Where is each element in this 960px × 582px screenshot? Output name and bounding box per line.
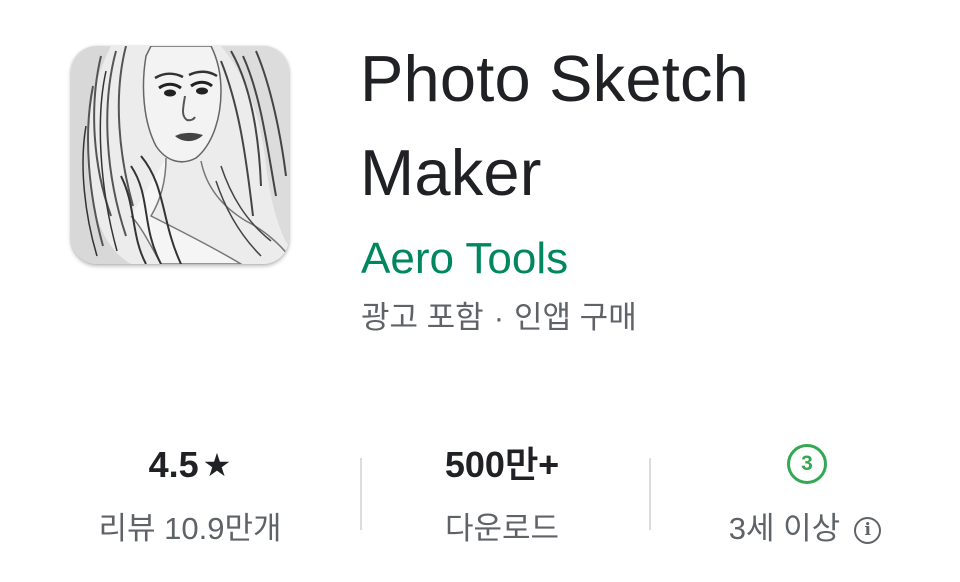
app-stats: 4.5 ★ 리뷰 10.9만개 500만+ 다운로드 3 3세 이상 i [0, 430, 960, 560]
app-details-header: Photo Sketch Maker Aero Tools 광고 포함 · 인앱 구… [0, 0, 960, 582]
age-rating-badge: 3 [787, 444, 827, 484]
rating-stat[interactable]: 4.5 ★ 리뷰 10.9만개 [40, 430, 340, 560]
downloads-value: 500만+ [444, 444, 560, 485]
age-rating-label-row: 3세 이상 i [655, 506, 955, 552]
age-rating-label: 3세 이상 [728, 511, 841, 546]
downloads-stat: 500만+ 다운로드 [352, 430, 652, 560]
developer-link[interactable]: Aero Tools [361, 232, 568, 286]
app-title: Photo Sketch Maker [360, 42, 750, 209]
sketch-portrait-icon [71, 46, 289, 264]
app-icon [71, 46, 289, 264]
star-icon: ★ [202, 447, 232, 483]
stat-divider [649, 458, 651, 530]
in-app-purchase-label: 인앱 구매 [514, 300, 637, 335]
ads-label: 광고 포함 [361, 300, 484, 335]
rating-value: 4.5 [148, 444, 199, 485]
app-meta: 광고 포함 · 인앱 구매 [361, 298, 637, 338]
meta-separator: · [493, 300, 505, 335]
rating-value-row: 4.5 ★ [40, 440, 340, 490]
review-count: 리뷰 10.9만개 [98, 511, 282, 546]
downloads-label: 다운로드 [444, 511, 560, 546]
age-rating-stat[interactable]: 3 3세 이상 i [655, 430, 955, 560]
info-icon[interactable]: i [854, 517, 882, 544]
